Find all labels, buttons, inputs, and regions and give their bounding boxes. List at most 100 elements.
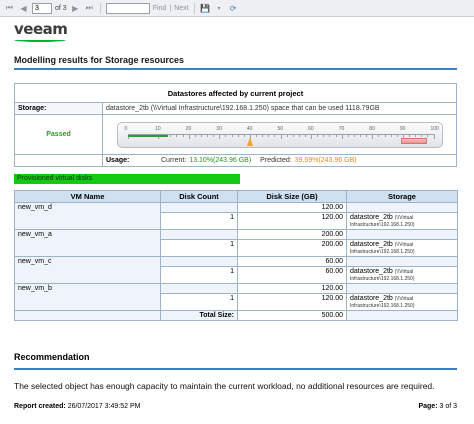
usage-current-label: Current: [161, 157, 187, 164]
gauge-minor-tick [360, 133, 362, 137]
page-indicator: Page: 3 of 3 [418, 403, 457, 410]
first-page-icon[interactable]: ⏮ [4, 3, 15, 14]
datastore-path: Infrastructure\192.168.1.250) [350, 303, 415, 309]
toolbar-divider [193, 2, 195, 14]
gauge-minor-tick [237, 133, 239, 137]
gauge-minor-tick [304, 133, 306, 137]
export-dropdown-icon[interactable]: ▾ [214, 3, 225, 14]
gauge-minor-tick [292, 133, 294, 137]
report-created-label: Report created: [14, 403, 66, 410]
gauge-tick-label: 20 [185, 125, 192, 132]
save-icon[interactable]: 💾 [200, 3, 211, 14]
datastore-path: (\\Virtual [394, 296, 414, 302]
table-row: new_vm_d 120.00 [14, 202, 458, 230]
gauge-minor-tick [225, 133, 227, 137]
status-row: Passed 0 10 20 30 40 50 60 70 80 90 100 [14, 115, 457, 155]
status-passed: Passed [15, 115, 103, 154]
disk-size-cell: 120.00 [237, 212, 347, 230]
find-link[interactable]: Find [153, 5, 167, 12]
gauge-minor-tick [243, 133, 245, 137]
disk-count-cell: 1 [160, 266, 238, 284]
usage-label-cell [15, 155, 103, 166]
table-row: new_vm_c 60.00 [14, 256, 458, 284]
storage-cell: datastore_2tb (\\Virtual Infrastructure\… [346, 212, 458, 230]
vm-total-size-cell: 200.00 [237, 229, 347, 240]
gauge-tick-label: 60 [308, 125, 314, 132]
usage-gauge: 0 10 20 30 40 50 60 70 80 90 100 [116, 121, 443, 148]
gauge-minor-tick [341, 133, 343, 139]
find-input[interactable] [105, 2, 150, 14]
vm-table: VM Name Disk Count Disk Size (GB) Storag… [14, 190, 458, 321]
gauge-minor-tick [433, 133, 435, 139]
gauge-tick-label: 30 [216, 125, 222, 132]
gauge-minor-tick [298, 133, 300, 137]
gauge-minor-tick [335, 133, 337, 137]
datastores-panel: Datastores affected by current project S… [14, 83, 457, 167]
gauge-minor-tick [213, 133, 215, 137]
vm-total-size-cell: 60.00 [237, 256, 347, 267]
gauge-minor-tick [256, 133, 258, 137]
gauge-minor-tick [176, 133, 178, 137]
storage-cell: datastore_2tb (\\Virtual Infrastructure\… [346, 266, 458, 284]
find-separator: | [169, 4, 172, 12]
storage-cell: datastore_2tb (\\Virtual Infrastructure\… [346, 239, 458, 257]
next-link[interactable]: Next [174, 5, 188, 12]
gauge-scale [127, 133, 435, 139]
gauge-minor-tick [323, 133, 325, 137]
storage-value: datastore_2tb (\\Virtual Infrastructure\… [106, 105, 380, 112]
datastore-path: Infrastructure\192.168.1.250) [350, 276, 415, 282]
column-header-disk-count: Disk Count [160, 190, 238, 203]
total-spacer-cell [14, 310, 161, 321]
usage-row: Usage: Current: 13.10%(243.96 GB) Predic… [14, 155, 457, 167]
gauge-minor-tick [372, 133, 374, 139]
gauge-minor-tick [286, 133, 288, 137]
refresh-icon[interactable]: ⟳ [228, 3, 239, 14]
gauge-minor-tick [182, 133, 184, 137]
page-number-input[interactable] [32, 2, 52, 14]
recommendation-text: The selected object has enough capacity … [14, 381, 435, 391]
gauge-minor-tick [170, 133, 172, 137]
gauge-minor-tick [415, 133, 417, 137]
gauge-minor-tick [188, 133, 190, 139]
predicted-marker [246, 136, 253, 146]
gauge-minor-tick [421, 133, 423, 137]
recommendation-title: Recommendation [14, 352, 90, 362]
report-footer: Report created: 26/07/2017 3:49:52 PM Pa… [14, 403, 457, 410]
usage-current-value: 13.10%(243.96 GB) [189, 157, 252, 164]
disk-count-cell [160, 202, 238, 213]
storage-cell [346, 256, 458, 267]
disk-size-cell: 200.00 [237, 239, 347, 257]
veeam-logo: veeam [14, 22, 74, 42]
disk-count-cell: 1 [160, 293, 238, 311]
gauge-minor-tick [347, 133, 349, 137]
gauge-minor-tick [396, 133, 398, 137]
datastore-path: (\\Virtual [394, 215, 414, 221]
column-header-vm-name: VM Name [14, 190, 161, 203]
gauge-minor-tick [384, 133, 386, 137]
gauge-minor-tick [274, 133, 276, 137]
report-toolbar: ⏮ ◀ of 3 ▶ ⏭ Find | Next 💾 ▾ ⟳ [0, 0, 474, 17]
last-page-icon[interactable]: ⏭ [84, 3, 95, 14]
page-label: Page: [418, 403, 438, 410]
gauge-minor-tick [200, 133, 202, 137]
next-page-icon[interactable]: ▶ [70, 3, 81, 14]
storage-cell [346, 229, 458, 240]
page-title: Modelling results for Storage resources [14, 55, 185, 65]
storage-cell [346, 202, 458, 213]
disk-count-cell [160, 256, 238, 267]
report-created-value: 26/07/2017 3:49:52 PM [67, 403, 141, 410]
recommendation-divider [14, 368, 457, 370]
vm-name-cell: new_vm_d [14, 202, 161, 230]
gauge-minor-tick [207, 133, 209, 137]
datastore-path: Infrastructure\192.168.1.250) [350, 222, 415, 228]
datastore-name: datastore_2tb [350, 268, 393, 275]
previous-page-icon[interactable]: ◀ [18, 3, 29, 14]
current-usage-bar [127, 134, 168, 137]
datastore-path: Infrastructure\192.168.1.250) [350, 249, 415, 255]
gauge-minor-tick [280, 133, 282, 139]
gauge-minor-tick [194, 133, 196, 137]
gauge-tick-label: 70 [338, 125, 345, 132]
storage-cell [346, 283, 458, 294]
vm-total-size-cell: 120.00 [237, 202, 347, 213]
vm-name-cell: new_vm_a [14, 229, 161, 257]
